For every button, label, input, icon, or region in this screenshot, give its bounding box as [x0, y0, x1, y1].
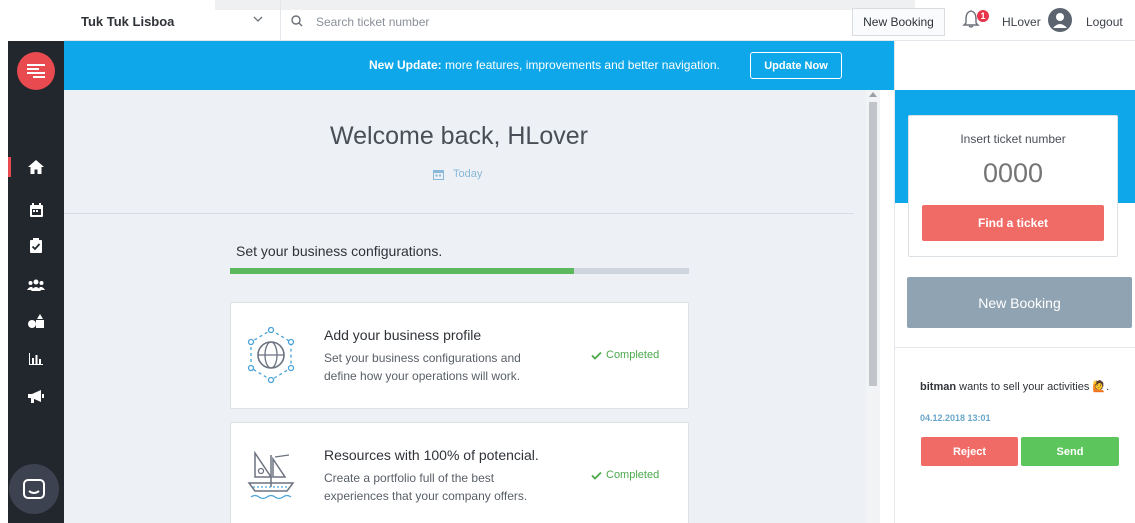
notification-user[interactable]: bitman	[920, 381, 956, 393]
update-now-button[interactable]: Update Now	[750, 52, 842, 79]
scroll-up-arrow[interactable]	[869, 92, 877, 97]
checkmark-icon	[591, 351, 602, 360]
progress-fill	[230, 268, 575, 274]
ticket-lookup-card: Insert ticket number Find a ticket	[908, 115, 1118, 257]
date-label: Today	[453, 168, 483, 180]
logo-icon	[27, 64, 45, 78]
sidebar-item-team[interactable]	[26, 275, 46, 295]
config-progress-bar	[230, 268, 689, 274]
users-icon	[27, 279, 45, 291]
status-text: Completed	[606, 469, 660, 481]
avatar[interactable]	[1048, 8, 1072, 32]
status-badge: Completed	[591, 469, 659, 481]
ticket-number-input[interactable]	[909, 158, 1117, 189]
chat-launcher-button[interactable]	[9, 464, 59, 514]
new-booking-button[interactable]: New Booking	[907, 277, 1132, 328]
header-top-strip	[215, 0, 915, 10]
calendar-icon	[29, 203, 43, 217]
logout-link[interactable]: Logout	[1086, 15, 1123, 29]
banner-body-text: more features, improvements and better n…	[441, 58, 720, 72]
status-text: Completed	[606, 349, 660, 361]
notification-timestamp: 04.12.2018 13:01	[920, 413, 991, 423]
sidebar-item-calendar[interactable]	[26, 200, 46, 220]
globe-network-icon	[247, 327, 295, 384]
sailboat-icon	[247, 450, 295, 500]
username[interactable]: HLover	[1002, 15, 1041, 29]
header-divider	[280, 0, 281, 41]
panel-gutter	[880, 90, 894, 523]
shapes-icon	[28, 314, 44, 328]
bar-chart-icon	[29, 353, 43, 365]
banner-text: New Update: more features, improvements …	[369, 58, 720, 72]
ticket-label: Insert ticket number	[960, 132, 1066, 146]
send-button[interactable]: Send	[1021, 437, 1119, 466]
divider	[64, 213, 854, 214]
notification-emoji: 🙋	[1092, 381, 1107, 393]
reject-button[interactable]: Reject	[921, 437, 1018, 466]
company-selector[interactable]: Tuk Tuk Lisboa	[81, 14, 174, 29]
update-banner: New Update: more features, improvements …	[64, 41, 894, 90]
notification-text: wants to sell your activities	[956, 381, 1090, 393]
scrollbar-thumb[interactable]	[869, 102, 877, 386]
card-description: Create a portfolio full of the best expe…	[324, 471, 528, 503]
task-card-business-profile[interactable]: Add your business profile Set your busin…	[230, 302, 689, 409]
top-header: Tuk Tuk Lisboa New Booking 1 HLover Logo…	[64, 0, 1135, 41]
sidebar-item-tasks[interactable]	[26, 235, 46, 255]
search-icon	[291, 15, 303, 27]
card-title: Add your business profile	[324, 327, 482, 343]
card-description: Set your business configurations and def…	[324, 351, 521, 383]
sidebar-item-reports[interactable]	[26, 349, 46, 369]
sidebar-item-home[interactable]	[26, 157, 46, 177]
page-title: Welcome back, HLover	[330, 122, 588, 150]
megaphone-icon	[28, 390, 44, 403]
notification-message: bitman wants to sell your activities 🙋.	[920, 381, 1110, 393]
date-filter[interactable]: Today	[433, 168, 482, 180]
sidebar-item-marketing[interactable]	[26, 387, 46, 407]
sidebar-item-resources[interactable]	[26, 311, 46, 331]
config-title: Set your business configurations.	[236, 243, 443, 259]
calendar-icon	[433, 169, 444, 180]
brand-logo[interactable]	[17, 52, 55, 90]
notification-badge: 1	[977, 10, 989, 22]
sidebar	[8, 41, 64, 523]
top-left-strip	[0, 0, 64, 41]
card-title: Resources with 100% of potencial.	[324, 447, 539, 463]
clipboard-check-icon	[30, 237, 42, 253]
home-icon	[28, 160, 44, 174]
active-indicator	[8, 157, 11, 177]
status-badge: Completed	[591, 349, 659, 361]
chevron-down-icon[interactable]	[253, 15, 263, 23]
right-panel: Insert ticket number Find a ticket New B…	[894, 41, 1135, 523]
task-card-resources[interactable]: Resources with 100% of potencial. Create…	[230, 422, 689, 523]
banner-bold-text: New Update:	[369, 58, 442, 72]
main-content: Welcome back, HLover Today Set your busi…	[64, 90, 866, 523]
checkmark-icon	[591, 471, 602, 480]
chat-icon	[23, 479, 45, 499]
main-scrollbar[interactable]	[866, 90, 880, 523]
search-input[interactable]	[316, 12, 836, 32]
find-ticket-button[interactable]: Find a ticket	[922, 205, 1104, 241]
new-booking-header-button[interactable]: New Booking	[852, 8, 945, 36]
divider	[895, 347, 1135, 348]
